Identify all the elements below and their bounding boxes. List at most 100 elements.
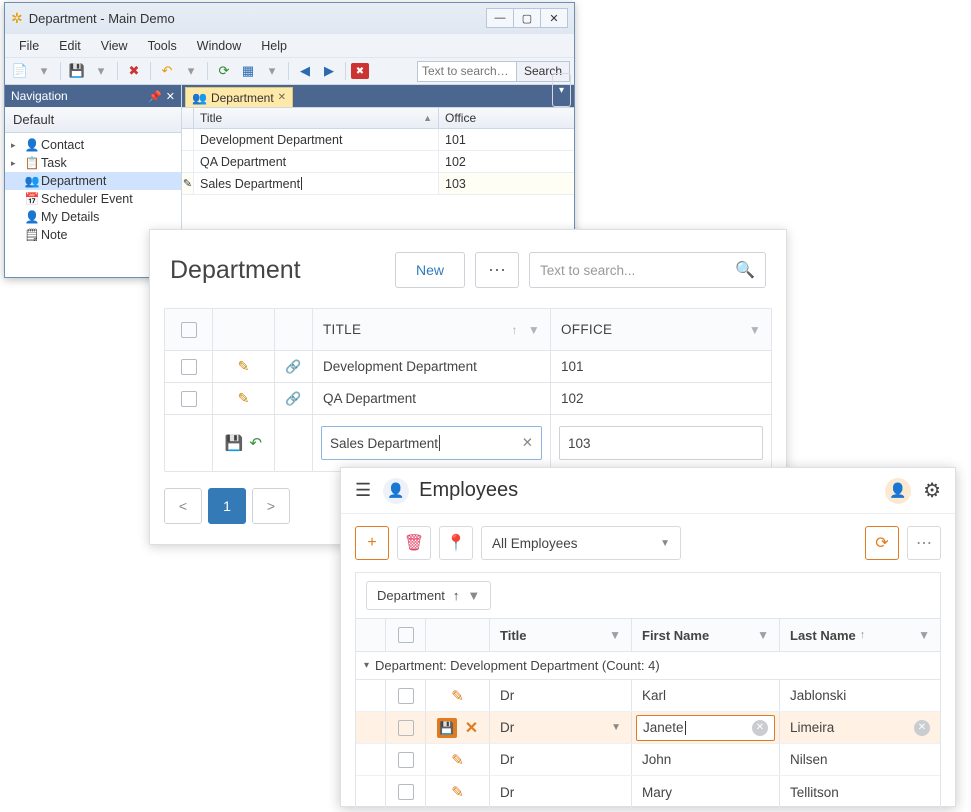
next-page-button[interactable]: >: [252, 488, 290, 524]
stop-icon[interactable]: ✖: [351, 63, 369, 79]
lastname-cell[interactable]: Limeira✕: [780, 712, 940, 743]
group-chip[interactable]: Department ↑ ▼: [366, 581, 491, 610]
search-input[interactable]: [417, 61, 517, 82]
row-checkbox[interactable]: [398, 784, 414, 800]
filter-dropdown[interactable]: All Employees ▼: [481, 526, 681, 560]
checkbox-icon[interactable]: [181, 322, 197, 338]
add-button[interactable]: +: [355, 526, 389, 560]
user-avatar-icon[interactable]: 👤: [885, 478, 911, 504]
save-dd-icon[interactable]: ▾: [90, 60, 112, 82]
grid-row[interactable]: ✎ 🔗 Development Department 101: [165, 351, 771, 383]
group-row[interactable]: ▾ Department: Development Department (Co…: [356, 652, 940, 680]
save-icon[interactable]: 💾: [225, 434, 244, 452]
select-all-cell[interactable]: [165, 309, 213, 350]
grid-row[interactable]: ✎ Dr Mary Tellitson: [356, 776, 940, 808]
prev-icon[interactable]: ◀: [294, 60, 316, 82]
save-icon[interactable]: 💾: [66, 60, 88, 82]
row-checkbox[interactable]: [398, 752, 414, 768]
undo-icon[interactable]: ↶: [250, 434, 263, 452]
sidebar-item-my-details[interactable]: 👤My Details: [5, 208, 181, 226]
row-checkbox[interactable]: [398, 720, 414, 736]
menu-view[interactable]: View: [91, 36, 138, 56]
minimize-button[interactable]: —: [486, 8, 514, 28]
filter-icon[interactable]: ▼: [467, 588, 480, 603]
edit-icon[interactable]: ✎: [238, 390, 250, 407]
grid-row[interactable]: QA Department 102: [182, 151, 574, 173]
grid-row[interactable]: ✎ Dr Karl Jablonski: [356, 680, 940, 712]
select-all-cell[interactable]: [386, 619, 426, 651]
grid-row[interactable]: ✎ Sales Department 103: [182, 173, 574, 195]
grid-row[interactable]: Development Department 101: [182, 129, 574, 151]
gear-icon[interactable]: ⚙: [923, 478, 941, 503]
office-header[interactable]: OFFICE ▼: [551, 309, 771, 350]
grid-icon[interactable]: ▦: [237, 60, 259, 82]
row-checkbox[interactable]: [398, 688, 414, 704]
grid-row[interactable]: 💾 ✕ Dr▼ Janete✕ Limeira✕: [356, 712, 940, 744]
refresh-button[interactable]: ⟳: [865, 526, 899, 560]
link-icon[interactable]: 🔗: [285, 391, 301, 407]
close-panel-icon[interactable]: ✕: [166, 90, 175, 103]
edit-icon[interactable]: ✎: [451, 783, 464, 801]
page-1-button[interactable]: 1: [208, 488, 246, 524]
firstname-header[interactable]: First Name ▼: [632, 619, 780, 651]
tab-overflow-icon[interactable]: ▾: [552, 73, 571, 107]
lastname-header[interactable]: Last Name ↑ ▼: [780, 619, 940, 651]
sidebar-item-department[interactable]: 👥Department: [5, 172, 181, 190]
sidebar-item-contact[interactable]: ▸👤Contact: [5, 136, 181, 154]
open-icon[interactable]: ▾: [33, 60, 55, 82]
edit-icon[interactable]: ✎: [451, 751, 464, 769]
prev-page-button[interactable]: <: [164, 488, 202, 524]
grid-row[interactable]: ✎ Dr John Nilsen: [356, 744, 940, 776]
next-icon[interactable]: ▶: [318, 60, 340, 82]
menu-help[interactable]: Help: [251, 36, 297, 56]
hamburger-icon[interactable]: ☰: [355, 480, 371, 501]
col-title[interactable]: Title ▲: [194, 108, 439, 128]
sidebar-item-task[interactable]: ▸📋Task: [5, 154, 181, 172]
col-office[interactable]: Office: [439, 108, 574, 128]
menu-file[interactable]: File: [9, 36, 49, 56]
title-input[interactable]: Sales Department: [200, 177, 300, 191]
edit-icon[interactable]: ✎: [238, 358, 250, 375]
new-icon[interactable]: 📄: [9, 60, 31, 82]
collapse-icon[interactable]: ▾: [364, 660, 369, 671]
more-button[interactable]: ⋯: [475, 252, 519, 288]
title-cell[interactable]: Dr▼: [490, 712, 632, 743]
firstname-input[interactable]: Janete✕: [636, 715, 775, 741]
cancel-icon[interactable]: ✕: [465, 718, 478, 738]
title-header[interactable]: TITLE ↑ ▼: [313, 309, 551, 350]
undo-dd-icon[interactable]: ▾: [180, 60, 202, 82]
tab-close-icon[interactable]: ✕: [278, 92, 286, 103]
clear-icon[interactable]: ✕: [752, 720, 768, 736]
undo-icon[interactable]: ↶: [156, 60, 178, 82]
maximize-button[interactable]: ▢: [513, 8, 541, 28]
sidebar-item-scheduler-event[interactable]: 📅Scheduler Event: [5, 190, 181, 208]
row-checkbox[interactable]: [181, 359, 197, 375]
pin-button[interactable]: 📍: [439, 526, 473, 560]
office-input[interactable]: 103: [559, 426, 763, 460]
title-bar[interactable]: ✲ Department - Main Demo — ▢ ✕: [5, 3, 574, 33]
edit-icon[interactable]: ✎: [451, 687, 464, 705]
save-icon[interactable]: 💾: [437, 718, 457, 738]
grid-row[interactable]: ✎ 🔗 QA Department 102: [165, 383, 771, 415]
delete-icon[interactable]: ✖: [123, 60, 145, 82]
more-button[interactable]: ⋯: [907, 526, 941, 560]
filter-icon[interactable]: ▼: [749, 323, 761, 337]
filter-icon[interactable]: ▼: [609, 628, 621, 642]
sort-icon[interactable]: ↑: [512, 323, 518, 337]
new-button[interactable]: New: [395, 252, 465, 288]
menu-window[interactable]: Window: [187, 36, 251, 56]
clear-icon[interactable]: ✕: [914, 720, 930, 736]
clear-icon[interactable]: ✕: [522, 435, 533, 451]
delete-button[interactable]: 🗑: [397, 526, 431, 560]
title-header[interactable]: Title ▼: [490, 619, 632, 651]
row-checkbox[interactable]: [181, 391, 197, 407]
filter-icon[interactable]: ▼: [757, 628, 769, 642]
menu-tools[interactable]: Tools: [138, 36, 187, 56]
checkbox-icon[interactable]: [398, 627, 414, 643]
tab-department[interactable]: 👥 Department ✕: [185, 87, 293, 107]
grid-row[interactable]: 💾↶ Sales Department✕ 103: [165, 415, 771, 471]
nav-group-header[interactable]: Default: [5, 107, 181, 133]
filter-icon[interactable]: ▼: [918, 628, 930, 642]
search-box[interactable]: Text to search... 🔍: [529, 252, 766, 288]
refresh-icon[interactable]: ⟳: [213, 60, 235, 82]
